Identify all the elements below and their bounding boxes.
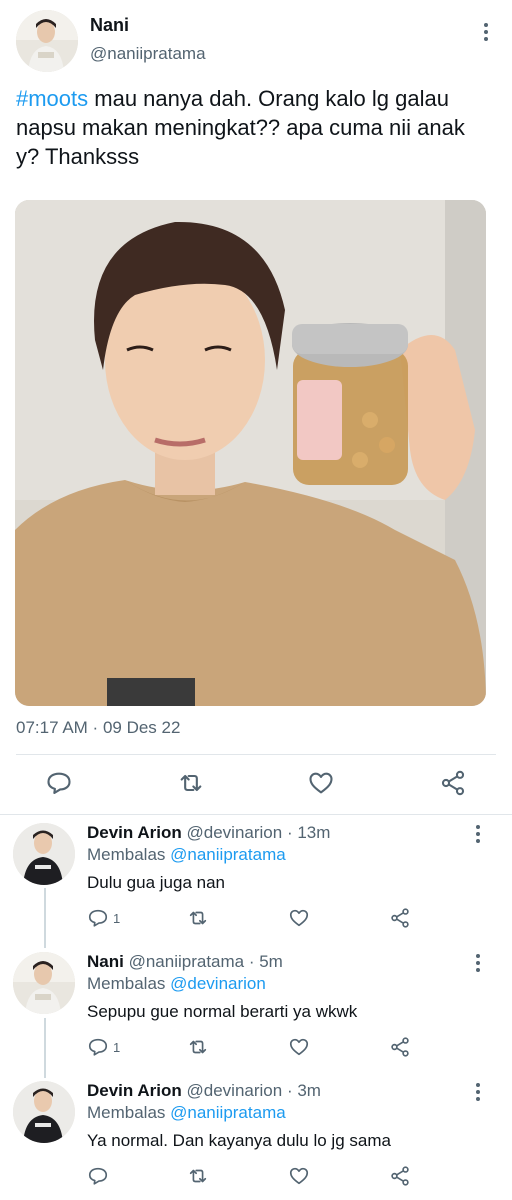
mention-link[interactable]: @naniipratama: [170, 1103, 286, 1122]
author-handle[interactable]: @naniipratama: [90, 44, 206, 64]
reply-name: Devin Arion: [87, 823, 182, 842]
reply-avatar[interactable]: [13, 1081, 75, 1143]
tweet-text-line1: mau nanya dah. Orang kalo lg galau: [88, 86, 449, 111]
retweet-icon[interactable]: [187, 1165, 209, 1187]
reply-icon[interactable]: [87, 1165, 113, 1187]
reply-time: · 5m: [244, 952, 283, 971]
reply-author-name[interactable]: Devin Arion @devinarion · 13m: [87, 823, 330, 843]
divider: [16, 754, 496, 755]
replying-label: Membalas: [87, 845, 171, 864]
replying-to: Membalas @naniipratama: [87, 1103, 286, 1123]
mention-link[interactable]: @naniipratama: [170, 845, 286, 864]
reply-actions: 1: [87, 907, 417, 933]
reply-handle: @devinarion: [186, 823, 283, 842]
like-icon[interactable]: [307, 769, 335, 797]
share-icon[interactable]: [389, 1165, 411, 1187]
reply-time: · 3m: [282, 1081, 321, 1100]
tweet-timestamp[interactable]: 07:17 AM · 09 Des 22: [16, 718, 180, 738]
reply-text: Sepupu gue normal berarti ya wkwk: [87, 1002, 358, 1021]
reply-tweet: Devin Arion @devinarion · 3m Membalas @n…: [0, 1081, 512, 1200]
replying-label: Membalas: [87, 1103, 171, 1122]
reply-count: 1: [113, 910, 121, 926]
author-avatar[interactable]: [16, 10, 78, 72]
reply-icon[interactable]: 1: [87, 1036, 120, 1058]
tweet-photo[interactable]: [15, 200, 486, 706]
date-separator: ·: [87, 718, 103, 737]
retweet-icon[interactable]: [187, 1036, 209, 1058]
mention-link[interactable]: @devinarion: [170, 974, 266, 993]
reply-actions: 1: [87, 1036, 417, 1062]
tweet-text: #moots mau nanya dah. Orang kalo lg gala…: [16, 84, 498, 171]
hashtag-link[interactable]: #moots: [16, 86, 88, 111]
reply-tweet: Devin Arion @devinarion · 13m Membalas @…: [0, 823, 512, 943]
tweet-text-line3: y? Thanksss: [16, 144, 140, 169]
share-icon[interactable]: [389, 1036, 411, 1058]
reply-name: Nani: [87, 952, 124, 971]
replying-to: Membalas @naniipratama: [87, 845, 286, 865]
tweet-text-line2: napsu makan meningkat?? apa cuma nii ana…: [16, 115, 465, 140]
reply-time: · 13m: [282, 823, 331, 842]
reply-actions: [87, 1165, 417, 1191]
replying-to: Membalas @devinarion: [87, 974, 266, 994]
reply-handle: @devinarion: [186, 1081, 283, 1100]
reply-tweet: Nani @naniipratama · 5m Membalas @devina…: [0, 952, 512, 1072]
reply-count: 1: [113, 1039, 121, 1055]
reply-handle: @naniipratama: [128, 952, 245, 971]
more-options-icon[interactable]: [468, 950, 488, 976]
share-icon[interactable]: [439, 769, 467, 797]
reply-icon[interactable]: [45, 769, 73, 797]
author-name[interactable]: Nani: [90, 15, 129, 36]
reply-text: Dulu gua juga nan: [87, 873, 226, 892]
more-options-icon[interactable]: [468, 821, 488, 847]
tweet-time: 07:17 AM: [16, 718, 88, 737]
more-options-icon[interactable]: [476, 19, 496, 45]
tweet-date: 09 Des 22: [102, 718, 181, 737]
more-options-icon[interactable]: [468, 1079, 488, 1105]
like-icon[interactable]: [288, 1036, 310, 1058]
reply-avatar[interactable]: [13, 952, 75, 1014]
retweet-icon[interactable]: [187, 907, 209, 929]
divider: [0, 814, 512, 815]
reply-author-name[interactable]: Devin Arion @devinarion · 3m: [87, 1081, 321, 1101]
reply-name: Devin Arion: [87, 1081, 182, 1100]
replying-label: Membalas: [87, 974, 171, 993]
like-icon[interactable]: [288, 1165, 310, 1187]
like-icon[interactable]: [288, 907, 310, 929]
retweet-icon[interactable]: [177, 769, 205, 797]
share-icon[interactable]: [389, 907, 411, 929]
reply-author-name[interactable]: Nani @naniipratama · 5m: [87, 952, 283, 972]
reply-icon[interactable]: 1: [87, 907, 120, 929]
reply-text: Ya normal. Dan kayanya dulu lo jg sama: [87, 1131, 391, 1150]
reply-avatar[interactable]: [13, 823, 75, 885]
